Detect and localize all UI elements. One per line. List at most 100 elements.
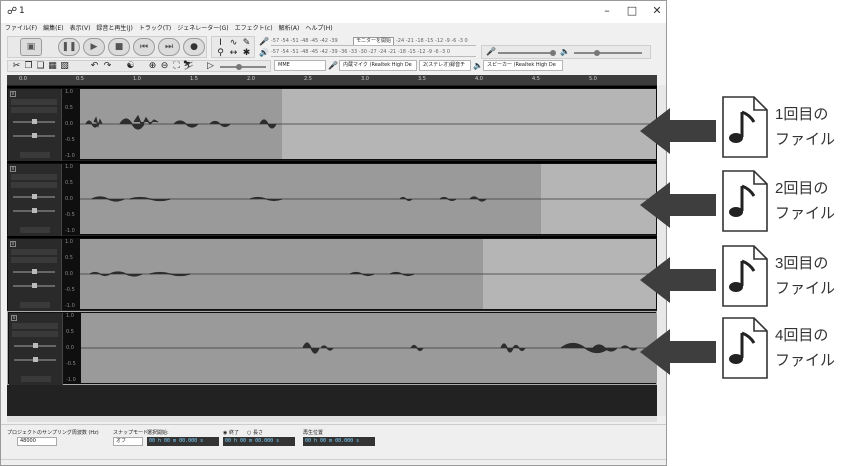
ruler-tick: 2.5 (304, 76, 312, 82)
arrow-icon (640, 108, 716, 154)
host-select[interactable]: MME (274, 60, 326, 71)
collapse-track-button[interactable] (20, 302, 50, 308)
play-button[interactable]: ▶ (83, 38, 105, 56)
silence-icon[interactable]: ▧ (58, 60, 71, 73)
arrow-icon (640, 257, 716, 303)
annotation-label: 1回目の ファイル (775, 106, 836, 148)
ruler-tick: 2.0 (247, 76, 255, 82)
vertical-scale: 1.0 0.5 0.0 -0.5 -1.0 (65, 89, 75, 159)
waveform-area[interactable] (80, 89, 656, 159)
skip-end-button[interactable]: ⏭ (158, 38, 180, 56)
audio-track-2[interactable]: x 1.0 0.5 0.0 -0.5 -1.0 (7, 161, 657, 236)
play-volume-slider[interactable] (574, 52, 642, 54)
close-track-icon[interactable]: x (10, 166, 16, 172)
menu-file[interactable]: ファイル(F) (5, 23, 37, 35)
snap-select[interactable]: オフ (113, 437, 143, 446)
track-buttons[interactable] (11, 182, 57, 188)
skip-start-button[interactable]: ⏮ (133, 38, 155, 56)
menu-transport[interactable]: 録音と再生(J) (96, 23, 132, 35)
playback-meter[interactable]: -57 -54 -51 -48 -45 -42 -39 -36 -33 -30 … (271, 48, 476, 57)
pan-knob[interactable] (32, 208, 37, 213)
track-buttons[interactable] (12, 331, 58, 337)
pan-knob[interactable] (32, 283, 37, 288)
gain-knob[interactable] (32, 194, 37, 199)
track-control-panel[interactable]: x (8, 239, 62, 311)
pan-knob[interactable] (33, 357, 38, 362)
waveform-area[interactable] (81, 313, 657, 383)
waveform-area[interactable] (80, 239, 656, 309)
audio-track-3[interactable]: x 1.0 0.5 0.0 -0.5 -1.0 (7, 236, 657, 311)
audio-track-4[interactable]: x 1.0 0.5 0.0 -0.5 -1.0 (7, 311, 657, 385)
music-file-icon (722, 96, 768, 158)
record-device-select[interactable]: 内蔵マイク (Realtek High De (339, 60, 417, 71)
undo-icon[interactable]: ↶ (88, 60, 101, 73)
timeshift-tool-icon[interactable]: ↔ (227, 47, 240, 60)
end-radio[interactable]: ◉ 終了 (223, 429, 239, 436)
arrow-icon (640, 329, 716, 375)
menu-view[interactable]: 表示(V) (70, 23, 91, 35)
timeline-ruler[interactable]: 0.0 0.5 1.0 1.5 2.0 2.5 3.0 3.5 4.0 4.5 … (7, 75, 657, 85)
music-file-icon (722, 245, 768, 307)
gain-knob[interactable] (33, 343, 38, 348)
multi-tool-icon[interactable]: ✱ (240, 47, 253, 60)
length-radio[interactable]: ○ 長さ (247, 429, 263, 436)
play-meter-icon[interactable]: 🔊 (259, 48, 269, 58)
redo-icon[interactable]: ↷ (101, 60, 114, 73)
track-buttons[interactable] (11, 107, 57, 113)
arrow-icon (640, 182, 716, 228)
play-at-speed-icon[interactable]: ▷ (204, 60, 217, 73)
track-control-panel[interactable]: x (9, 313, 63, 385)
gain-knob[interactable] (32, 269, 37, 274)
audio-position-time[interactable]: 00 h 00 m 00.000 s (303, 437, 375, 446)
menu-effect[interactable]: エフェクト(c) (235, 23, 273, 35)
selection-start-time[interactable]: 00 h 00 m 00.000 s (147, 437, 219, 446)
stop-icon-button[interactable]: ▣ (20, 38, 42, 56)
waveform-area[interactable] (80, 164, 656, 234)
menu-tracks[interactable]: トラック(T) (139, 23, 171, 35)
gain-knob[interactable] (32, 119, 37, 124)
track-control-panel[interactable]: x (8, 164, 62, 236)
audio-track-1[interactable]: x 1.0 0.5 0.0 -0.5 -1.0 (7, 86, 657, 161)
waveform (80, 271, 656, 277)
rate-select[interactable]: 48000 (17, 437, 57, 446)
menu-help[interactable]: ヘルプ(H) (305, 23, 332, 35)
pause-button[interactable]: ❚❚ (58, 38, 80, 56)
close-track-icon[interactable]: x (10, 241, 16, 247)
selection-end-time[interactable]: 00 h 00 m 00.000 s (223, 437, 295, 446)
collapse-track-button[interactable] (20, 227, 50, 233)
track-info (11, 174, 57, 180)
track-control-panel[interactable]: x (8, 89, 62, 161)
edit-toolbar: ✂ ❐ ❏ ▦ ▧ ↶ ↷ ☯ ⊕ ⊖ ⛶ ⛷ ▷ (7, 60, 271, 72)
maximize-button[interactable]: □ (621, 3, 643, 19)
collapse-track-button[interactable] (21, 376, 51, 382)
zoom-tool-icon[interactable]: ⚲ (214, 47, 227, 60)
minimize-button[interactable]: – (596, 3, 618, 19)
playback-device-select[interactable]: スピーカー (Realtek High De (483, 60, 563, 71)
tools-toolbar: I ∿ ✎ ⚲ ↔ ✱ (211, 36, 255, 58)
close-track-icon[interactable]: x (10, 91, 16, 97)
record-meter[interactable]: -57 -54 -51 -48 -45 -42 -39 モニターを開始 -24 … (271, 37, 476, 46)
record-volume-slider[interactable] (498, 52, 554, 54)
menu-generate[interactable]: ジェネレーター(G) (177, 23, 228, 35)
play-speed-slider[interactable] (220, 66, 266, 68)
record-meter-icon[interactable]: 🎤 (259, 37, 269, 47)
channels-select[interactable]: 2(ステレオ)録音チ (419, 60, 471, 71)
fit-project-icon[interactable]: ⛷ (182, 60, 195, 73)
horizontal-scrollbar[interactable] (7, 416, 657, 422)
close-track-icon[interactable]: x (11, 315, 17, 321)
collapse-track-button[interactable] (20, 152, 50, 158)
speaker-icon: 🔈 (560, 47, 570, 56)
sync-lock-icon[interactable]: ☯ (124, 60, 137, 73)
pan-knob[interactable] (32, 133, 37, 138)
stop-button[interactable]: ■ (108, 38, 130, 56)
record-volume-knob[interactable] (550, 50, 556, 56)
play-speed-knob[interactable] (236, 64, 242, 70)
track-buttons[interactable] (11, 257, 57, 263)
play-volume-knob[interactable] (594, 50, 600, 56)
menu-analyze[interactable]: 解析(A) (279, 23, 300, 35)
monitor-button[interactable]: モニターを開始 (353, 37, 395, 45)
record-button[interactable]: ● (183, 38, 205, 56)
annotation-label: 4回目の ファイル (775, 327, 836, 369)
menu-edit[interactable]: 編集(E) (43, 23, 63, 35)
close-button[interactable]: ✕ (646, 3, 666, 19)
